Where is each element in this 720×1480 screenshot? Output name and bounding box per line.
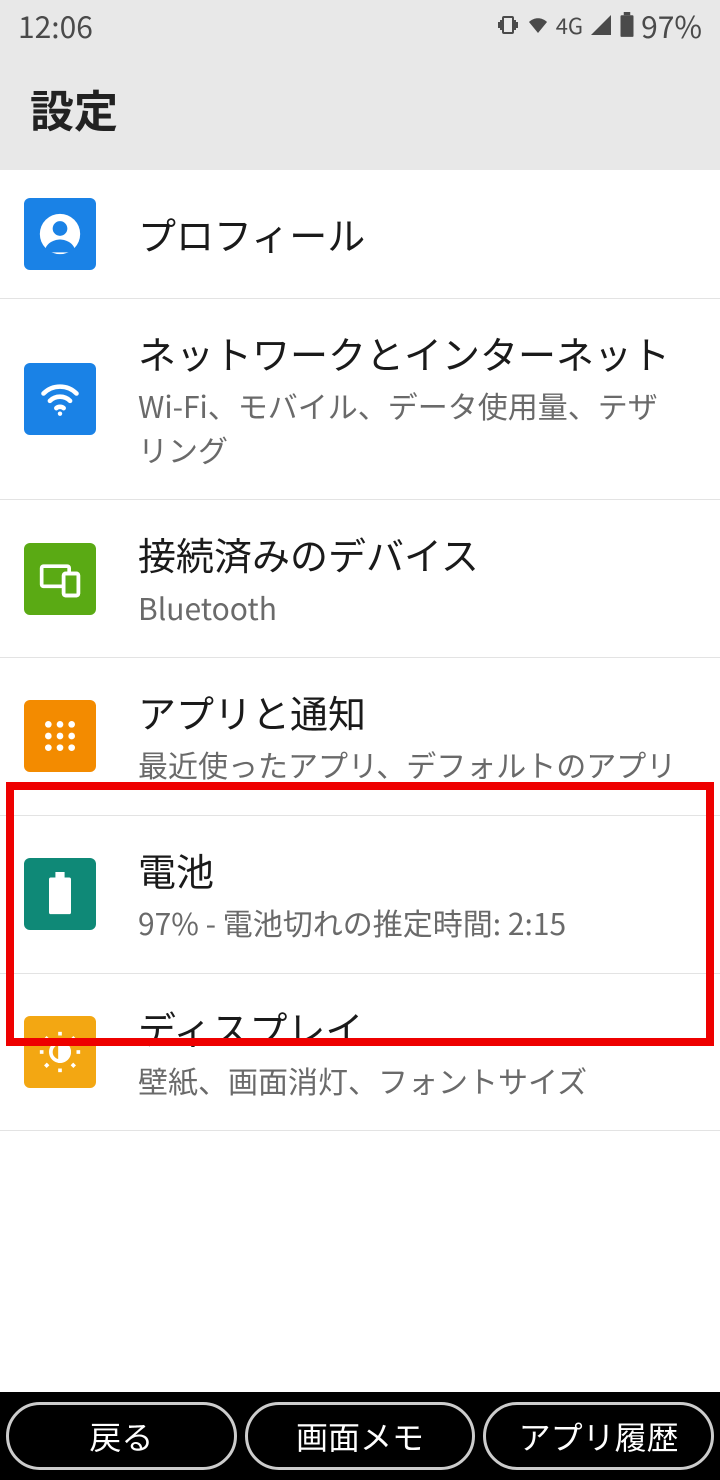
- item-title: プロフィール: [138, 208, 686, 259]
- item-subtitle: Wi-Fi、モバイル、データ使用量、テザリング: [138, 384, 686, 471]
- display-icon: [24, 1016, 96, 1088]
- item-title: アプリと通知: [138, 686, 686, 737]
- status-right: 4G 97%: [496, 3, 702, 47]
- wifi-icon: [526, 13, 550, 37]
- settings-list: プロフィール ネットワークとインターネット Wi-Fi、モバイル、データ使用量、…: [0, 170, 720, 1175]
- nav-app-history-button[interactable]: アプリ履歴: [483, 1402, 714, 1470]
- settings-item-cutoff[interactable]: …: [0, 1131, 720, 1175]
- item-subtitle: Bluetooth: [138, 586, 686, 630]
- wifi-icon: [24, 363, 96, 435]
- settings-item-connected-devices[interactable]: 接続済みのデバイス Bluetooth: [0, 500, 720, 658]
- apps-icon: [24, 700, 96, 772]
- item-subtitle: 最近使ったアプリ、デフォルトのアプリ: [138, 743, 686, 787]
- item-subtitle: 壁紙、画面消灯、フォントサイズ: [138, 1059, 686, 1103]
- profile-icon: [24, 198, 96, 270]
- placeholder-icon: [24, 1141, 96, 1175]
- status-bar: 12:06 4G 97%: [0, 0, 720, 50]
- item-title: 接続済みのデバイス: [138, 528, 686, 579]
- vibrate-icon: [496, 13, 520, 37]
- settings-item-display[interactable]: ディスプレイ 壁紙、画面消灯、フォントサイズ: [0, 974, 720, 1132]
- settings-item-profile[interactable]: プロフィール: [0, 170, 720, 299]
- signal-icon: [589, 13, 613, 37]
- nav-back-button[interactable]: 戻る: [6, 1402, 237, 1470]
- status-time: 12:06: [18, 3, 93, 47]
- network-label: 4G: [556, 9, 583, 41]
- devices-icon: [24, 543, 96, 615]
- content: 設定 プロフィール ネットワークとインターネット Wi-Fi、モバイル、データ使…: [0, 50, 720, 1392]
- battery-percent: 97%: [641, 3, 702, 47]
- battery-icon: [24, 858, 96, 930]
- nav-screen-memo-button[interactable]: 画面メモ: [245, 1402, 476, 1470]
- battery-icon: [619, 12, 635, 38]
- item-title: 電池: [138, 844, 686, 895]
- settings-item-network[interactable]: ネットワークとインターネット Wi-Fi、モバイル、データ使用量、テザリング: [0, 299, 720, 500]
- item-title: ネットワークとインターネット: [138, 327, 686, 378]
- settings-item-battery[interactable]: 電池 97% - 電池切れの推定時間: 2:15: [0, 816, 720, 974]
- header: 設定: [0, 50, 720, 170]
- item-title: ディスプレイ: [138, 1002, 686, 1053]
- item-subtitle: 97% - 電池切れの推定時間: 2:15: [138, 901, 686, 945]
- page-title: 設定: [30, 76, 690, 140]
- settings-item-apps-notifications[interactable]: アプリと通知 最近使ったアプリ、デフォルトのアプリ: [0, 658, 720, 816]
- bottom-nav: 戻る 画面メモ アプリ履歴: [0, 1392, 720, 1480]
